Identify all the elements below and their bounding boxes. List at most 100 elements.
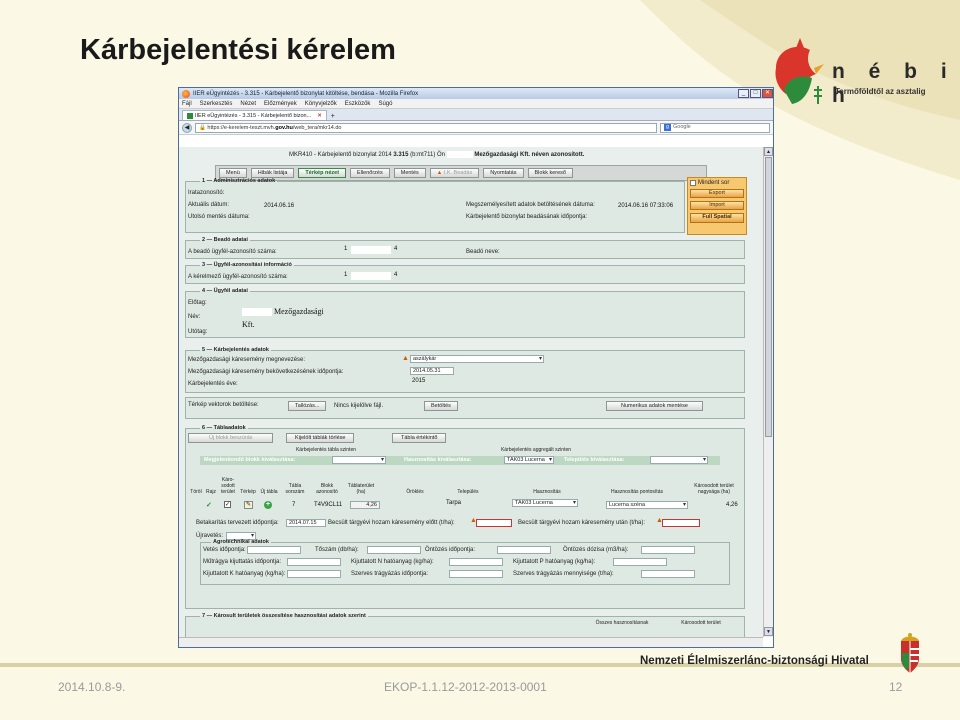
delete-selected-button[interactable]: Kijelölt táblák törlése [286,433,355,443]
menu-tools[interactable]: Eszközök [345,101,371,107]
block-search-button[interactable]: Blokk kereső [527,168,573,178]
redacted-box [351,246,391,254]
label-vetes: Vetés időpontja: [203,547,246,553]
redacted-box [351,272,391,280]
google-icon: g [664,124,671,131]
identity-suffix: Mezőgazdasági Kft. néven azonosított. [474,152,585,159]
submit-button[interactable]: ▲ I.K. Beadás [429,168,480,178]
col-header: Új tábla [260,489,278,495]
cell-blokk: T4V9CL11 [314,502,343,508]
n-amount-input[interactable] [449,558,503,566]
identity-prefix: MKR410 - Kárbejelentő bizonylat 2014 [289,152,392,159]
harvest-date-input[interactable]: 2014.07.15 [286,519,326,527]
no-file-selected: Nincs kijelölve fájl. [334,403,384,409]
col-header: Káro-sodott terület [221,477,235,495]
damage-date-input[interactable]: 2014.05.31 [410,367,454,375]
window-titlebar: IIER eÜgyintézés - 3.315 - Kárbejelentő … [179,88,773,99]
browse-button[interactable]: Tallózás... [288,401,327,411]
label-mutragya: Műtrágya kijuttatás időpontja: [203,559,282,565]
redacted-box [446,151,473,158]
manure-date-input[interactable] [449,570,503,578]
add-parcel-icon[interactable]: + [264,501,272,509]
check-button[interactable]: Ellenőrzés [350,168,390,178]
menu-button[interactable]: Menü [219,168,247,178]
select-all-checkbox[interactable] [690,180,696,186]
import-button[interactable]: Import [690,201,744,210]
label-beadas-idopont: Kárbejelentő bizonylat beadásának időpon… [466,214,588,220]
parcel-inventory-button[interactable]: Tábla értékintő [392,433,447,443]
label-elotag: Előtag: [188,300,207,306]
block-select[interactable] [332,456,386,464]
damaged-area-checkbox[interactable]: ✓ [224,501,231,508]
scroll-thumb[interactable] [765,157,772,437]
irrigation-dose-input[interactable] [641,546,695,554]
label-map-vectors: Térkép vektorok betöltése: [188,402,259,408]
irrigation-date-input[interactable] [497,546,551,554]
yield-before-input[interactable] [476,519,512,527]
yield-after-input[interactable] [662,519,700,527]
check-icon: ✓ [206,502,212,509]
menu-edit[interactable]: Szerkesztés [200,101,233,107]
col-header: Település [457,489,479,495]
parcel-data-section: 6 — Táblaadatok Új blokk beszúrás Kijelö… [185,425,745,609]
full-spatial-button[interactable]: Full Spatial [690,213,744,223]
edit-map-icon[interactable]: ✎ [244,501,253,509]
p-amount-input[interactable] [613,558,667,566]
close-window-button[interactable]: ✕ [762,89,773,98]
load-button[interactable]: Betöltés [424,401,458,411]
label-iratazonosito: Iratazonosító: [188,190,225,196]
new-tab-button[interactable]: + [331,113,335,120]
cell-pontositas-select[interactable]: Lucerna széna [606,501,688,509]
k-amount-input[interactable] [287,570,341,578]
navigation-bar: ◀ 🔒 https://e-kerelem-teszt.mvh.gov.hu/w… [179,121,773,135]
save-button[interactable]: Mentés [393,168,426,178]
settlement-select[interactable] [650,456,708,464]
export-button[interactable]: Export [690,189,744,198]
sowing-date-input[interactable] [247,546,301,554]
col-header: Táblaterület (ha) [347,483,375,495]
web-search-box[interactable]: g Google [660,122,770,133]
error-list-button[interactable]: Hibák listája [250,168,295,178]
footer-project-code: EKOP-1.1.12-2012-2013-0001 [384,680,547,694]
section-legend: 6 — Táblaadatok [202,425,246,431]
menu-history[interactable]: Előzmények [264,101,297,107]
label-k-hatoanyag: Kijuttatott K hatóanyag (kg/ha): [203,571,286,577]
address-bar[interactable]: 🔒 https://e-kerelem-teszt.mvh.gov.hu/web… [195,122,657,133]
menu-bookmarks[interactable]: Könyvjelzők [305,101,337,107]
browser-tab[interactable]: IIER eÜgyintézés - 3.315 - Kárbejelentő … [182,110,327,120]
close-tab-icon[interactable]: ✕ [317,113,322,119]
menu-help[interactable]: Súgó [378,101,392,107]
menu-bar: Fájl Szerkesztés Nézet Előzmények Könyvj… [179,99,773,109]
minimize-button[interactable]: _ [738,89,749,98]
cell-hasznositas-select[interactable]: TAK03 Lucerna [512,499,578,507]
col-header: Tábla sorszám [285,483,305,495]
scroll-down-icon[interactable]: ▼ [764,627,773,636]
damage-type-select[interactable]: aszálykár [410,355,544,363]
col-header: Térkép [240,489,256,495]
menu-file[interactable]: Fájl [182,101,192,107]
plant-count-input[interactable] [367,546,421,554]
vertical-scrollbar[interactable]: ▲ ▼ [763,147,773,637]
label-utolso-mentes: Utolsó mentés dátuma: [188,214,250,220]
kerelmezo-id-part-a: 1 [344,272,348,278]
required-warning-icon: ▲ [402,355,409,362]
print-button[interactable]: Nyomtatás [483,168,524,178]
menu-view[interactable]: Nézet [240,101,256,107]
brand-name: n é b i h [832,60,956,107]
map-view-button[interactable]: Térkép nézet [298,168,347,178]
numeric-save-button[interactable]: Numerikus adatok mentése [606,401,703,411]
horizontal-scrollbar[interactable] [179,637,763,647]
fertilizer-date-input[interactable] [287,558,341,566]
label-beado-neve: Beadó neve: [466,249,500,255]
col-header: Károsodott terület [681,620,721,626]
manure-amount-input[interactable] [641,570,695,578]
label-utotag: Utótag: [188,329,208,335]
use-select[interactable]: TAK03 Lucerna [504,456,554,464]
side-export-panel: Mindent sor Export Import Full Spatial [687,177,747,235]
scroll-up-icon[interactable]: ▲ [764,147,773,156]
label-kar-idopont: Mezőgazdasági káresemény bekövetkezéséne… [188,369,344,375]
tab-label: IIER eÜgyintézés - 3.315 - Kárbejelentő … [195,112,312,119]
maximize-button[interactable]: □ [750,89,761,98]
new-block-button[interactable]: Új blokk beszúrás [188,433,274,443]
back-button[interactable]: ◀ [182,122,192,133]
